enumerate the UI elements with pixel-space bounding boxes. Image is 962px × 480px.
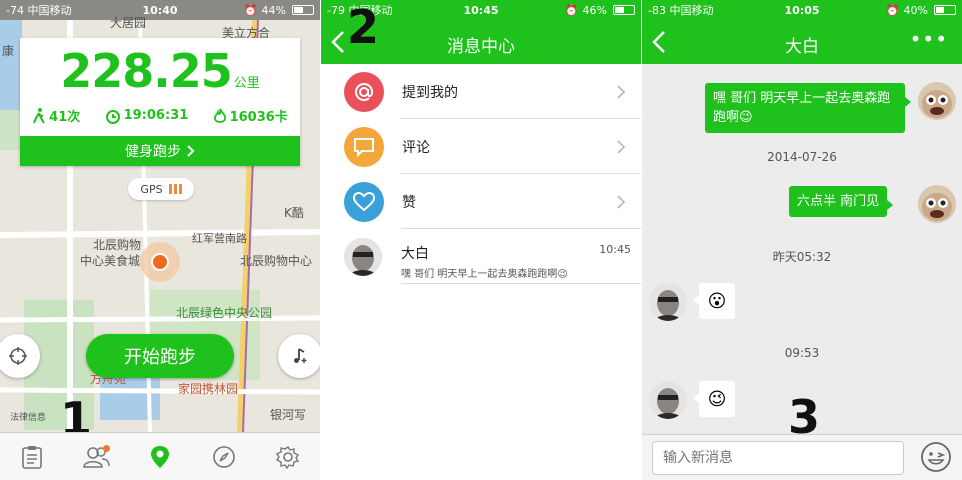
tab-settings[interactable] [268, 437, 308, 477]
message-bubble-outgoing[interactable]: 六点半 南门见 [789, 186, 894, 217]
contact-avatar [649, 283, 687, 321]
alarm-icon: ⏰ [243, 3, 258, 17]
map-label: 银河写 [270, 408, 307, 422]
run-stats-card: 228.25 公里 41次 19:06:31 16036卡 健身跑步 [20, 38, 300, 166]
more-options-button[interactable]: ••• [910, 29, 948, 49]
chevron-right-icon [617, 194, 625, 209]
compass-icon [213, 445, 235, 468]
distance-value: 228.25 [60, 44, 233, 98]
gps-label: GPS [140, 182, 163, 196]
start-run-button[interactable]: 开始跑步 [86, 334, 234, 378]
chat-input-bar [642, 434, 962, 480]
flame-icon [213, 108, 226, 123]
steps-value: 41次 [49, 110, 81, 125]
avatar [344, 237, 382, 276]
heart-icon [344, 181, 384, 222]
my-avatar [918, 185, 956, 223]
at-icon [344, 71, 384, 112]
annotation-number: 2 [347, 0, 380, 54]
list-item-label: 评论 [402, 139, 430, 156]
carrier-signal: -74 中国移动 [6, 4, 72, 17]
map-label: 中心美食城 [80, 254, 141, 268]
tab-friends[interactable] [76, 437, 116, 477]
running-map-screen: 大居园 美立方合 康 北辰购物 中心美食城 北辰购物中心 红军营南路 北辰绿色中… [0, 0, 320, 480]
map-label: 康 [2, 44, 15, 58]
crosshair-icon [9, 347, 27, 365]
status-bar: -83 中国移动 10:05 ⏰ 40% [642, 0, 962, 20]
gear-icon [276, 445, 300, 469]
timestamp: 2014-07-26 [767, 150, 837, 164]
message-bubble-incoming[interactable]: 😮 [693, 283, 735, 319]
battery-icon [613, 5, 635, 15]
wink-emoji: 😉 [707, 388, 727, 410]
notification-badge [103, 444, 110, 452]
duration-value: 19:06:31 [123, 108, 189, 123]
list-item-label: 赞 [402, 194, 416, 211]
chevron-right-icon [617, 84, 625, 99]
battery-icon [292, 5, 314, 15]
chevron-right-icon [187, 145, 195, 157]
timestamp: 09:53 [784, 346, 820, 360]
nav-bar: -79 中国移动 10:45 ⏰ 46% 消息中心 2 [321, 0, 641, 64]
music-note-icon [294, 348, 307, 363]
chat-screen: -83 中国移动 10:05 ⏰ 40% 大白 ••• 嘿 哥们 明天早上一起去… [642, 0, 962, 480]
walker-icon [33, 107, 46, 124]
status-bar: -74 中国移动 10:40 ⏰ 44% [0, 0, 320, 20]
alarm-icon: ⏰ [885, 3, 900, 17]
map-label: 法律信息 [10, 413, 47, 423]
my-avatar [918, 82, 956, 120]
calories-value: 16036卡 [229, 110, 288, 125]
steps-metric: 41次 [32, 106, 80, 125]
chevron-right-icon [617, 139, 625, 154]
battery-icon [934, 5, 956, 15]
gps-signal-icon [168, 184, 182, 194]
message-bubble-incoming[interactable]: 😉 [693, 381, 735, 417]
gps-indicator: GPS [128, 178, 194, 200]
location-pin-icon [151, 445, 169, 468]
duration-metric: 19:06:31 [105, 106, 189, 125]
calories-metric: 16036卡 [213, 106, 288, 125]
message-time: 10:45 [599, 243, 631, 256]
message-preview: 嘿 哥们 明天早上一起去奥森跑跑啊😉 [401, 269, 568, 280]
tab-map[interactable] [140, 437, 180, 477]
list-item-comments[interactable]: 评论 [321, 119, 641, 174]
map-label: K酷 [284, 206, 304, 220]
music-button[interactable] [278, 334, 320, 378]
battery-percent: 44% [261, 3, 286, 17]
battery-percent: 40% [903, 3, 928, 17]
clock-icon [105, 109, 120, 124]
carrier-signal: -83 中国移动 [648, 4, 714, 17]
emoji-button-icon[interactable] [920, 441, 952, 473]
map-label: 家园携林园 [178, 382, 239, 396]
message-input[interactable] [652, 441, 904, 475]
fitness-run-label: 健身跑步 [125, 144, 181, 160]
alarm-icon: ⏰ [564, 3, 579, 17]
bottom-tab-bar [0, 432, 320, 480]
list-item-likes[interactable]: 赞 [321, 174, 641, 229]
nav-bar: -83 中国移动 10:05 ⏰ 40% 大白 ••• [642, 0, 962, 64]
list-item-label: 提到我的 [402, 84, 458, 101]
message-center-screen: -79 中国移动 10:45 ⏰ 46% 消息中心 2 提到我的 评论 赞 大白… [321, 0, 641, 480]
map-label: 北辰绿色中央公园 [176, 306, 273, 320]
map-label: 红军营南路 [192, 232, 247, 245]
distance-unit: 公里 [233, 76, 260, 91]
comment-icon [344, 126, 384, 167]
timestamp: 昨天05:32 [772, 250, 832, 264]
list-item-mentions[interactable]: 提到我的 [321, 64, 641, 119]
conversation-item[interactable]: 大白 10:45 嘿 哥们 明天早上一起去奥森跑跑啊😉 [321, 229, 641, 284]
clipboard-icon [22, 445, 42, 469]
map-label: 北辰购物中心 [240, 254, 313, 268]
contact-avatar [649, 381, 687, 419]
message-bubble-outgoing[interactable]: 嘿 哥们 明天早上一起去奥森跑跑啊😉 [705, 83, 911, 133]
tab-discover[interactable] [204, 437, 244, 477]
contact-name: 大白 [401, 246, 429, 262]
composite-screenshot: 大居园 美立方合 康 北辰购物 中心美食城 北辰购物中心 红军营南路 北辰绿色中… [0, 0, 962, 480]
fitness-run-button[interactable]: 健身跑步 [20, 136, 300, 166]
surprised-emoji: 😮 [707, 290, 727, 312]
battery-percent: 46% [582, 3, 607, 17]
tab-records[interactable] [12, 437, 52, 477]
map-label: 北辰购物 [93, 238, 142, 252]
